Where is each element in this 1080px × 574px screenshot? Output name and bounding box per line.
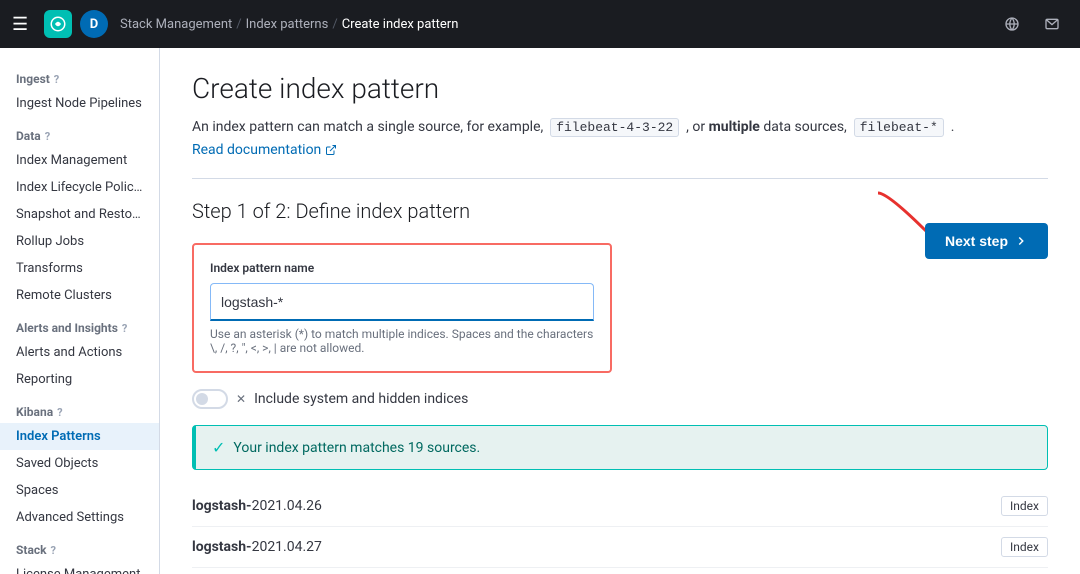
- data-help-icon[interactable]: ?: [45, 130, 50, 143]
- sidebar-item-license-management[interactable]: License Management: [0, 561, 159, 574]
- logo: [44, 10, 72, 38]
- sidebar-item-alerts-and-actions[interactable]: Alerts and Actions: [0, 339, 159, 366]
- index-table: logstash-2021.04.26 Index logstash-2021.…: [192, 486, 1048, 574]
- sidebar-item-snapshot-and-restore[interactable]: Snapshot and Restore: [0, 201, 159, 228]
- toggle-knob: [196, 393, 208, 405]
- code-example-1: filebeat-4-3-22: [550, 118, 679, 137]
- system-indices-toggle[interactable]: [192, 389, 228, 409]
- breadcrumb-sep-2: /: [332, 17, 337, 32]
- sidebar-item-index-management[interactable]: Index Management: [0, 147, 159, 174]
- sidebar-section-stack: Stack ?: [0, 531, 159, 561]
- form-label: Index pattern name: [210, 261, 594, 275]
- next-step-button[interactable]: Next step: [925, 223, 1048, 259]
- breadcrumb-index-patterns[interactable]: Index patterns: [246, 17, 329, 32]
- index-name-rest: 2021.04.26: [252, 498, 322, 514]
- check-icon: ✓: [212, 438, 225, 457]
- avatar[interactable]: D: [80, 10, 108, 38]
- index-badge: Index: [1001, 537, 1048, 557]
- index-name-rest: 2021.04.27: [252, 539, 322, 555]
- sidebar-section-data: Data ?: [0, 117, 159, 147]
- page-title: Create index pattern: [192, 72, 1048, 105]
- index-name-cell: logstash-2021.04.27: [192, 527, 804, 568]
- form-and-actions: Next step Index pattern name Use an aste…: [192, 243, 1048, 373]
- mail-icon[interactable]: [1036, 8, 1068, 40]
- breadcrumb: Stack Management / Index patterns / Crea…: [120, 17, 458, 32]
- sidebar-item-rollup-jobs[interactable]: Rollup Jobs: [0, 228, 159, 255]
- sidebar-item-remote-clusters[interactable]: Remote Clusters: [0, 282, 159, 309]
- breadcrumb-stack-management[interactable]: Stack Management: [120, 17, 232, 32]
- sidebar-item-advanced-settings[interactable]: Advanced Settings: [0, 504, 159, 531]
- toggle-x-icon: ✕: [236, 392, 246, 406]
- table-row: logstash-2021.04.27 Index: [192, 527, 1048, 568]
- index-name-bold: logstash-: [192, 498, 252, 514]
- description-text: An index pattern can match a single sour…: [192, 117, 1048, 138]
- index-badge-cell: Index: [804, 568, 1048, 574]
- index-pattern-form: Index pattern name Use an asterisk (*) t…: [192, 243, 612, 373]
- stack-help-icon[interactable]: ?: [51, 544, 56, 557]
- sidebar-item-index-lifecycle-policies[interactable]: Index Lifecycle Policies: [0, 174, 159, 201]
- main-content: Create index pattern An index pattern ca…: [160, 48, 1080, 574]
- globe-icon[interactable]: [996, 8, 1028, 40]
- next-arrow-icon: [1014, 234, 1028, 248]
- topnav-actions: [996, 8, 1068, 40]
- step-title: Step 1 of 2: Define index pattern: [192, 199, 1048, 223]
- alerts-help-icon[interactable]: ?: [122, 322, 127, 335]
- section-divider: [192, 178, 1048, 179]
- table-row: logstash-2021.04.26 Index: [192, 486, 1048, 527]
- sidebar-item-saved-objects[interactable]: Saved Objects: [0, 450, 159, 477]
- ingest-help-icon[interactable]: ?: [54, 73, 59, 86]
- read-documentation-link[interactable]: Read documentation: [192, 142, 337, 158]
- sidebar-item-spaces[interactable]: Spaces: [0, 477, 159, 504]
- menu-icon[interactable]: ☰: [12, 14, 36, 35]
- sidebar-item-reporting[interactable]: Reporting: [0, 366, 159, 393]
- index-name-cell: logstash-2021.04.28: [192, 568, 804, 574]
- sidebar-item-ingest-node-pipelines[interactable]: Ingest Node Pipelines: [0, 90, 159, 117]
- sidebar-item-transforms[interactable]: Transforms: [0, 255, 159, 282]
- index-badge-cell: Index: [804, 486, 1048, 527]
- success-banner: ✓ Your index pattern matches 19 sources.: [192, 425, 1048, 470]
- topnav: ☰ D Stack Management / Index patterns / …: [0, 0, 1080, 48]
- kibana-help-icon[interactable]: ?: [57, 406, 62, 419]
- success-message: Your index pattern matches 19 sources.: [233, 440, 480, 456]
- breadcrumb-current: Create index pattern: [342, 17, 459, 32]
- table-row: logstash-2021.04.28 Index: [192, 568, 1048, 574]
- sidebar-section-ingest: Ingest ?: [0, 60, 159, 90]
- form-help-text: Use an asterisk (*) to match multiple in…: [210, 327, 594, 355]
- external-link-icon: [325, 144, 337, 156]
- sidebar: Ingest ? Ingest Node Pipelines Data ? In…: [0, 48, 160, 574]
- breadcrumb-sep-1: /: [236, 17, 241, 32]
- toggle-label: Include system and hidden indices: [254, 391, 468, 407]
- sidebar-section-kibana: Kibana ?: [0, 393, 159, 423]
- index-name-bold: logstash-: [192, 539, 252, 555]
- index-badge-cell: Index: [804, 527, 1048, 568]
- index-pattern-input[interactable]: [210, 283, 594, 321]
- sidebar-item-index-patterns[interactable]: Index Patterns: [0, 423, 159, 450]
- code-example-2: filebeat-*: [854, 118, 944, 137]
- alerts-label: Alerts and Insights: [16, 321, 118, 335]
- layout: Ingest ? Ingest Node Pipelines Data ? In…: [0, 48, 1080, 574]
- toggle-row: ✕ Include system and hidden indices: [192, 389, 1048, 409]
- index-badge: Index: [1001, 496, 1048, 516]
- sidebar-section-alerts: Alerts and Insights ?: [0, 309, 159, 339]
- index-name-cell: logstash-2021.04.26: [192, 486, 804, 527]
